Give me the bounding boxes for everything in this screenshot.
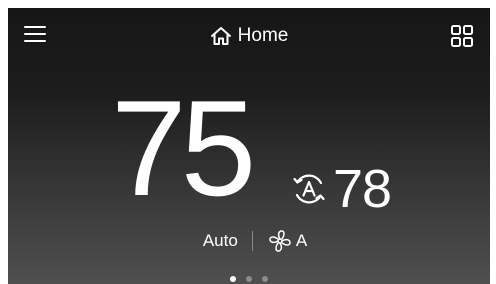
thermostat-screen: Home 75 78 Auto A bbox=[8, 8, 490, 284]
page-indicator bbox=[8, 276, 490, 282]
location-title: Home bbox=[237, 25, 289, 46]
header: Home bbox=[8, 22, 490, 50]
status-row: Auto A bbox=[14, 228, 490, 254]
fan-icon bbox=[269, 230, 291, 252]
home-location-button[interactable]: Home bbox=[210, 25, 289, 47]
fan-mode-button[interactable]: A bbox=[267, 229, 307, 253]
divider bbox=[251, 231, 253, 251]
page-dot[interactable] bbox=[230, 276, 236, 282]
home-icon bbox=[210, 27, 231, 45]
setpoint-control[interactable]: 78 bbox=[291, 159, 392, 219]
auto-mode-icon bbox=[293, 174, 325, 204]
system-mode-label[interactable]: Auto bbox=[203, 231, 238, 251]
grid-icon[interactable] bbox=[451, 25, 473, 47]
page-dot[interactable] bbox=[262, 276, 268, 282]
page-dot[interactable] bbox=[246, 276, 252, 282]
current-temperature: 75 bbox=[111, 72, 256, 224]
fan-mode-label: A bbox=[295, 231, 308, 250]
setpoint-temperature: 78 bbox=[333, 159, 392, 219]
